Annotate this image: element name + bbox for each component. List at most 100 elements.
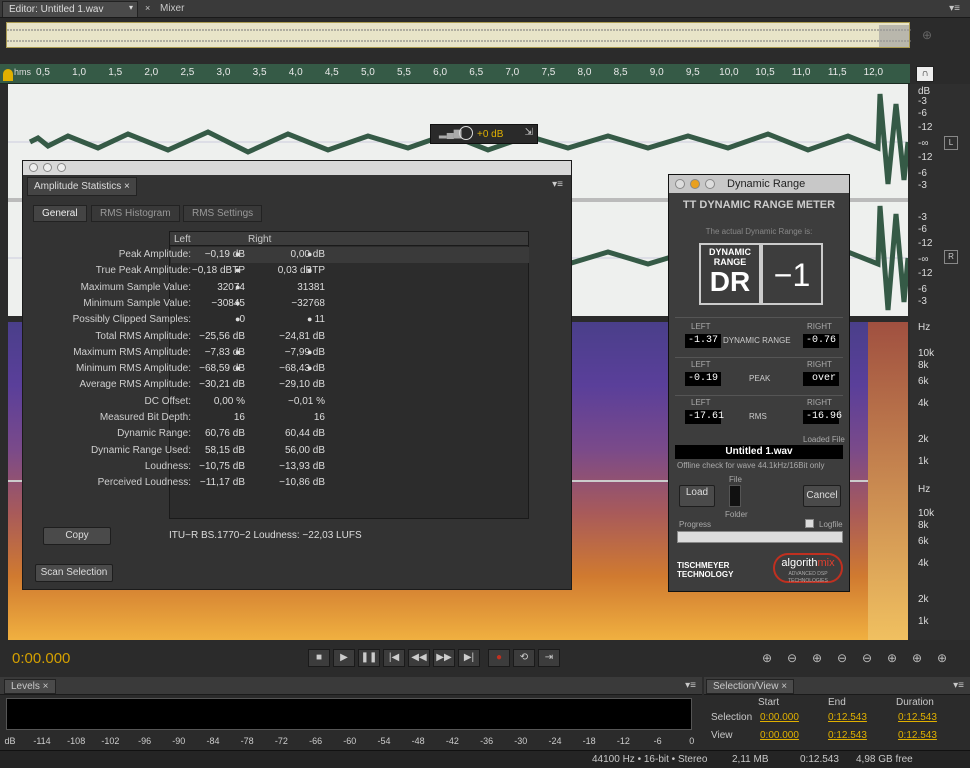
ruler-tick: 5,5 — [397, 67, 411, 78]
peak-row: LEFT RIGHT -0.19 PEAK over — [675, 357, 843, 393]
ruler-unit: hms — [14, 67, 32, 77]
zoom-out-amplitude-icon[interactable]: ⊖ — [787, 651, 797, 665]
zoom-out-full-icon[interactable]: ⊖ — [862, 651, 872, 665]
channel-right-button[interactable]: R — [944, 250, 958, 264]
goto-marker-icon[interactable]: ● — [235, 347, 240, 357]
goto-marker-icon[interactable]: ● — [307, 249, 312, 259]
window-titlebar[interactable] — [23, 161, 571, 175]
ruler-tick: 6,5 — [469, 67, 484, 78]
selection-end[interactable]: 0:12.543 — [828, 712, 867, 723]
volume-knob[interactable] — [459, 126, 473, 140]
tab-mixer[interactable]: Mixer — [154, 1, 190, 17]
channel-left-button[interactable]: L — [944, 136, 958, 150]
zoom-edge-icon[interactable]: ⊕ — [937, 651, 947, 665]
dr-right-label: RIGHT — [807, 322, 832, 331]
stats-row: Dynamic Range Used: 58,15 dB 56,00 dB — [23, 443, 553, 459]
stop-button[interactable]: ■ — [308, 649, 330, 667]
zoom-out-time-icon[interactable]: ⊖ — [837, 651, 847, 665]
ruler-tick: 3,0 — [216, 67, 231, 78]
goto-marker-icon[interactable]: ● — [307, 363, 312, 373]
goto-marker-icon[interactable]: ● — [235, 363, 240, 373]
dr-titlebar[interactable]: Dynamic Range — [669, 175, 849, 193]
playhead-marker[interactable] — [3, 69, 13, 81]
next-button[interactable]: ▶| — [458, 649, 480, 667]
peak-right-value: over — [803, 372, 839, 386]
goto-marker-icon[interactable]: ● — [307, 265, 312, 275]
pin-icon[interactable]: ⇲ — [525, 127, 533, 138]
selection-start[interactable]: 0:00.000 — [760, 712, 799, 723]
goto-marker-icon[interactable]: ● — [235, 314, 240, 324]
close-window-icon[interactable] — [29, 163, 38, 172]
tab-editor[interactable]: Editor: Untitled 1.wav ▾ — [2, 1, 138, 17]
loop-button[interactable]: ⟲ — [513, 649, 535, 667]
load-button[interactable]: Load — [679, 485, 715, 507]
zoom-window-icon[interactable] — [705, 179, 715, 189]
goto-marker-icon[interactable]: ● — [235, 265, 240, 275]
play-button[interactable]: ▶ — [333, 649, 355, 667]
headphone-icon[interactable]: ∩ — [916, 66, 934, 82]
time-ruler[interactable]: hms 0,5 1,0 1,5 2,0 2,5 3,0 3,5 4,0 4,5 5,0 5,5 6,0… — [0, 64, 910, 84]
minimize-window-icon[interactable] — [43, 163, 52, 172]
ruler-tick: 12,0 — [863, 67, 884, 78]
zoom-in-point-icon[interactable]: ⊕ — [887, 651, 897, 665]
previous-button[interactable]: |◀ — [383, 649, 405, 667]
stats-left-value: 0 — [239, 314, 245, 326]
zoom-in-amplitude-icon[interactable]: ⊕ — [762, 651, 772, 665]
goto-marker-icon[interactable]: ● — [307, 347, 312, 357]
scan-selection-button[interactable]: Scan Selection — [35, 564, 113, 582]
panel-menu-icon[interactable]: ▾≡ — [552, 179, 563, 190]
view-end[interactable]: 0:12.543 — [828, 730, 867, 741]
panel-menu-icon[interactable]: ▾≡ — [685, 680, 696, 691]
peak-label: PEAK — [749, 374, 771, 383]
file-label: File — [729, 475, 742, 484]
amplitude-tab[interactable]: RMS Settings — [183, 205, 263, 222]
tab-selection-view[interactable]: Selection/View × — [706, 679, 795, 694]
zoom-in-time-icon[interactable]: ⊕ — [812, 651, 822, 665]
levels-tabbar: Levels × ▾≡ — [0, 677, 702, 695]
view-duration[interactable]: 0:12.543 — [898, 730, 937, 741]
selection-duration[interactable]: 0:12.543 — [898, 712, 937, 723]
close-window-icon[interactable] — [675, 179, 685, 189]
goto-marker-icon[interactable]: ● — [235, 282, 240, 292]
rewind-button[interactable]: ◀◀ — [408, 649, 430, 667]
row-view-label: View — [711, 730, 733, 741]
record-button[interactable]: ● — [488, 649, 510, 667]
goto-marker-icon[interactable]: ● — [307, 314, 312, 324]
hud-value[interactable]: +0 dB — [477, 129, 503, 140]
overview-strip[interactable] — [6, 22, 911, 48]
skip-button[interactable]: ⇥ — [538, 649, 560, 667]
panel-menu-icon[interactable]: ▾≡ — [953, 680, 964, 691]
brand1-line2: TECHNOLOGY — [677, 570, 734, 579]
view-start[interactable]: 0:00.000 — [760, 730, 799, 741]
cancel-button[interactable]: Cancel — [803, 485, 841, 507]
amplitude-tab[interactable]: General — [33, 205, 87, 222]
ruler-tick: 0,5 — [36, 67, 50, 78]
stats-row: Maximum Sample Value: 32074 31381 ● — [23, 280, 553, 296]
file-folder-toggle[interactable] — [729, 485, 741, 507]
stats-left-value: −0,19 dB — [204, 249, 245, 260]
panel-menu-icon[interactable]: ▾≡ — [943, 1, 966, 17]
goto-marker-icon[interactable]: ● — [235, 249, 240, 259]
stats-right-value: 0,00 dB — [290, 249, 325, 260]
stats-right-value: 56,00 dB — [284, 444, 325, 456]
goto-marker-icon[interactable]: ● — [235, 298, 240, 308]
status-bar: 44100 Hz • 16-bit • Stereo 2,11 MB 0:12.… — [0, 750, 970, 768]
hud-volume[interactable]: ▂▄▆ +0 dB ⇲ — [430, 124, 538, 144]
pause-button[interactable]: ❚❚ — [358, 649, 380, 667]
col-left-header: Left — [174, 234, 191, 245]
dynamic-range-window: Dynamic Range TT DYNAMIC RANGE METER The… — [668, 174, 850, 592]
minimize-window-icon[interactable] — [690, 179, 700, 189]
logfile-checkbox[interactable] — [805, 519, 814, 528]
zoom-selection-icon[interactable]: ⊕ — [912, 651, 922, 665]
rms-row: LEFT RIGHT -17.61 RMS -16.96 — [675, 395, 843, 431]
zoom-window-icon[interactable] — [57, 163, 66, 172]
col-end: End — [828, 697, 846, 708]
freq-label: 8k — [918, 520, 929, 531]
amplitude-tab[interactable]: RMS Histogram — [91, 205, 180, 222]
copy-button[interactable]: Copy — [43, 527, 111, 545]
tab-levels[interactable]: Levels × — [4, 679, 56, 694]
panel-tab-amplitude[interactable]: Amplitude Statistics × — [27, 177, 137, 196]
fast-forward-button[interactable]: ▶▶ — [433, 649, 455, 667]
chevron-down-icon[interactable]: ▾ — [129, 3, 133, 12]
zoom-navigator-icon[interactable]: ⊕ — [922, 28, 932, 42]
